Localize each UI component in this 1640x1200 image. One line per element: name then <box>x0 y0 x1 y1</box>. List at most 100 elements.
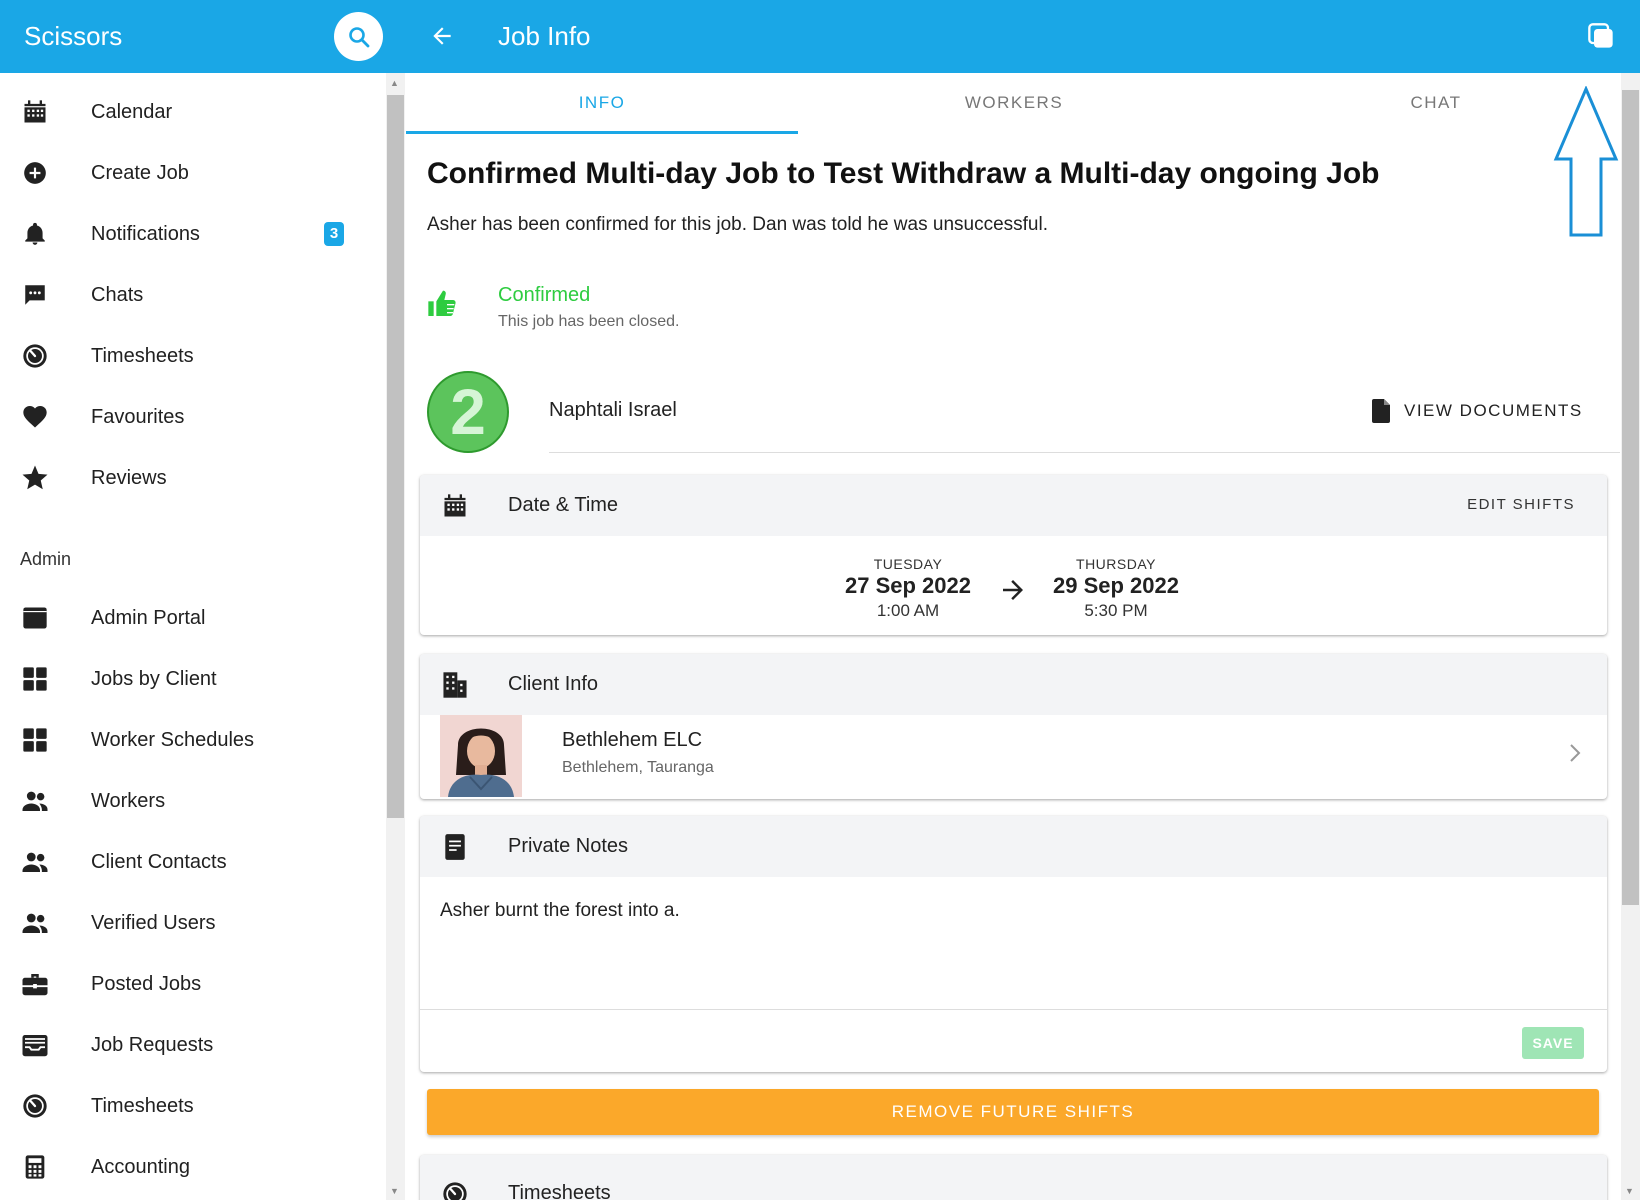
sidebar-item-label: Job Requests <box>91 1033 214 1056</box>
star-icon <box>20 463 50 493</box>
job-description: Asher has been confirmed for this job. D… <box>427 214 1048 235</box>
sidebar-item-label: Timesheets <box>91 1094 194 1117</box>
divider <box>549 452 1620 453</box>
card-title: Client Info <box>508 673 599 695</box>
building-icon <box>440 670 470 700</box>
end-date: 29 Sep 2022 <box>1053 573 1179 598</box>
copy-button[interactable] <box>1585 20 1617 52</box>
shift-end: THURSDAY 29 Sep 2022 5:30 PM <box>1036 556 1196 621</box>
calendar-icon <box>440 491 470 521</box>
sidebar-item-verified-users[interactable]: Verified Users <box>0 894 385 952</box>
grid-icon <box>20 725 50 755</box>
end-time: 5:30 PM <box>1084 601 1148 620</box>
chat-icon <box>20 280 50 310</box>
card-header: Private Notes <box>420 816 1607 877</box>
sidebar-item-label: Notifications <box>91 222 200 245</box>
end-day: THURSDAY <box>1076 556 1156 572</box>
sidebar-item-label: Calendar <box>91 100 173 123</box>
shift-start: TUESDAY 27 Sep 2022 1:00 AM <box>828 556 988 621</box>
sidebar-item-chats[interactable]: Chats <box>0 266 385 324</box>
sidebar-item-worker-schedules[interactable]: Worker Schedules <box>0 711 385 769</box>
sidebar-item-create-job[interactable]: Create Job <box>0 144 385 202</box>
card-header: Client Info <box>420 654 1607 715</box>
document-icon <box>1372 399 1390 423</box>
tab-info[interactable]: INFO <box>406 73 798 133</box>
start-time: 1:00 AM <box>876 601 940 620</box>
sidebar-item-label: Workers <box>91 789 166 812</box>
annotation-arrow-icon <box>1553 86 1619 237</box>
sidebar-item-label: Accounting <box>91 1155 190 1178</box>
notification-count-badge: 3 <box>324 222 344 246</box>
edit-shifts-button[interactable]: EDIT SHIFTS <box>1467 496 1575 513</box>
scroll-down-arrow-icon[interactable]: ▼ <box>1625 1186 1634 1196</box>
sidebar-item-label: Reviews <box>91 466 167 489</box>
job-status-subtext: This job has been closed. <box>498 313 680 330</box>
sidebar-item-reviews[interactable]: Reviews <box>0 449 385 507</box>
sidebar-scrollbar-thumb[interactable] <box>387 95 404 818</box>
sidebar-item-label: Admin Portal <box>91 606 206 629</box>
client-photo <box>440 715 522 797</box>
remove-future-shifts-button[interactable]: REMOVE FUTURE SHIFTS <box>427 1089 1599 1135</box>
sidebar-item-admin-timesheets[interactable]: Timesheets <box>0 1077 385 1135</box>
sidebar: Calendar Create Job Notifications 3 Chat… <box>0 73 385 1200</box>
back-button[interactable] <box>426 20 458 52</box>
calculator-icon <box>20 1152 50 1182</box>
page-title: Job Info <box>498 21 591 51</box>
private-notes-textarea[interactable]: Asher burnt the forest into a. <box>440 900 680 922</box>
admin-section-label: Admin <box>20 549 72 569</box>
tab-workers[interactable]: WORKERS <box>814 73 1214 133</box>
sidebar-item-client-contacts[interactable]: Client Contacts <box>0 833 385 891</box>
timer-icon <box>440 1179 470 1200</box>
client-location: Bethlehem, Tauranga <box>562 759 714 776</box>
calendar-icon <box>20 97 50 127</box>
sidebar-item-timesheets[interactable]: Timesheets <box>0 327 385 385</box>
scroll-down-arrow-icon[interactable]: ▼ <box>390 1186 399 1196</box>
divider <box>420 1009 1607 1010</box>
people-icon <box>20 908 50 938</box>
sidebar-item-jobs-by-client[interactable]: Jobs by Client <box>0 650 385 708</box>
people-icon <box>20 847 50 877</box>
card-header: Date & Time EDIT SHIFTS <box>420 475 1607 536</box>
timer-icon <box>20 341 50 371</box>
sidebar-item-label: Favourites <box>91 405 185 428</box>
private-notes-card: Private Notes Asher burnt the forest int… <box>420 816 1607 1072</box>
start-date: 27 Sep 2022 <box>845 573 971 598</box>
start-day: TUESDAY <box>873 556 943 572</box>
job-status-label: Confirmed <box>498 284 591 306</box>
view-documents-button[interactable]: VIEW DOCUMENTS <box>1372 399 1583 423</box>
sidebar-item-accounting[interactable]: Accounting <box>0 1138 385 1196</box>
sidebar-item-label: Posted Jobs <box>91 972 202 995</box>
sidebar-item-favourites[interactable]: Favourites <box>0 388 385 446</box>
top-app-bar: Scissors Job Info <box>0 0 1640 73</box>
sidebar-item-notifications[interactable]: Notifications 3 <box>0 205 385 263</box>
sidebar-item-posted-jobs[interactable]: Posted Jobs <box>0 955 385 1013</box>
main-content: INFO WORKERS CHAT Confirmed Multi-day Jo… <box>406 73 1620 1200</box>
scroll-up-arrow-icon[interactable]: ▲ <box>390 78 399 88</box>
bell-icon <box>20 219 50 249</box>
card-title: Timesheets <box>508 1182 611 1200</box>
sidebar-item-label: Worker Schedules <box>91 728 255 751</box>
sidebar-item-label: Timesheets <box>91 344 194 367</box>
sidebar-item-admin-portal[interactable]: Admin Portal <box>0 589 385 647</box>
worker-name[interactable]: Naphtali Israel <box>549 399 677 422</box>
heart-icon <box>20 402 50 432</box>
job-title: Confirmed Multi-day Job to Test Withdraw… <box>427 157 1380 190</box>
briefcase-icon <box>20 969 50 999</box>
timesheets-card: Timesheets <box>420 1155 1607 1200</box>
app-title: Scissors <box>24 21 123 51</box>
chevron-right-icon[interactable] <box>1568 742 1582 764</box>
copy-icon <box>1588 23 1613 48</box>
arrow-right-icon <box>1003 580 1023 600</box>
search-icon <box>348 26 369 47</box>
date-time-card: Date & Time EDIT SHIFTS TUESDAY 27 Sep 2… <box>420 475 1607 635</box>
view-documents-label: VIEW DOCUMENTS <box>1404 401 1583 420</box>
card-title: Private Notes <box>508 835 629 857</box>
main-scrollbar-thumb[interactable] <box>1622 90 1639 905</box>
save-button[interactable]: SAVE <box>1522 1027 1584 1059</box>
sidebar-item-calendar[interactable]: Calendar <box>0 83 385 141</box>
sidebar-item-workers[interactable]: Workers <box>0 772 385 830</box>
sidebar-item-label: Jobs by Client <box>91 667 217 690</box>
sidebar-item-job-requests[interactable]: Job Requests <box>0 1016 385 1074</box>
sidebar-item-label: Chats <box>91 283 144 306</box>
search-button[interactable] <box>334 12 383 61</box>
